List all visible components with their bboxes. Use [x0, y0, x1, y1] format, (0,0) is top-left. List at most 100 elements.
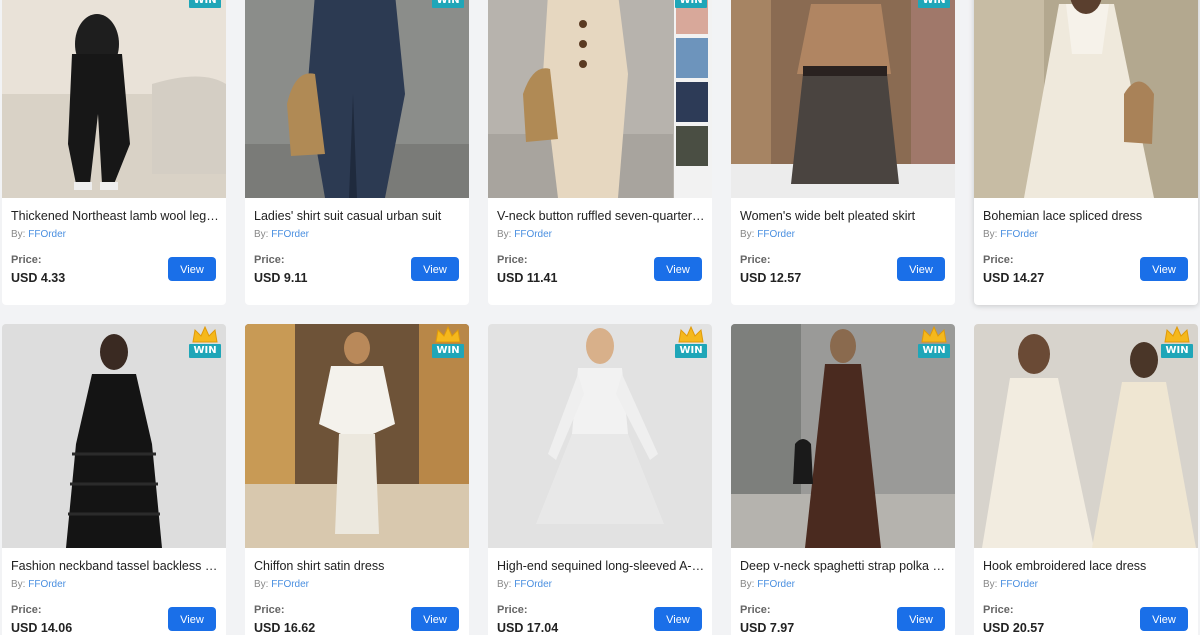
- win-badge: WIN: [675, 0, 707, 10]
- view-button[interactable]: View: [897, 607, 945, 631]
- by-label: By:: [11, 579, 26, 590]
- seller-line: By: FFOrder: [497, 229, 552, 240]
- by-label: By:: [11, 229, 26, 240]
- win-badge-label: WIN: [1161, 344, 1193, 358]
- seller-link[interactable]: FFOrder: [514, 229, 552, 240]
- product-card[interactable]: WIN Women's wide belt pleated skirt By: …: [731, 0, 955, 305]
- price-label: Price:: [254, 604, 285, 616]
- win-badge-label: WIN: [432, 0, 464, 8]
- view-button[interactable]: View: [1140, 607, 1188, 631]
- product-title[interactable]: Fashion neckband tassel backless slit ..…: [11, 559, 219, 573]
- win-badge: WIN: [189, 326, 221, 360]
- product-image[interactable]: WIN: [731, 0, 955, 198]
- price-label: Price:: [740, 604, 771, 616]
- boho-dress-photo: [974, 0, 1198, 198]
- product-title[interactable]: Deep v-neck spaghetti strap polka do...: [740, 559, 948, 573]
- product-image[interactable]: WIN: [2, 0, 226, 198]
- price-value: USD 20.57: [983, 621, 1045, 635]
- win-badge: WIN: [1161, 326, 1193, 360]
- price-label: Price:: [983, 254, 1014, 266]
- view-button[interactable]: View: [168, 257, 216, 281]
- view-button[interactable]: View: [897, 257, 945, 281]
- seller-link[interactable]: FFOrder: [271, 229, 309, 240]
- product-image[interactable]: WIN: [245, 0, 469, 198]
- product-image[interactable]: WIN: [245, 324, 469, 548]
- product-image[interactable]: WIN: [488, 0, 712, 198]
- by-label: By:: [740, 579, 755, 590]
- win-badge: WIN: [918, 0, 950, 10]
- price-value: USD 14.06: [11, 621, 73, 635]
- win-badge-label: WIN: [675, 344, 707, 358]
- price-label: Price:: [983, 604, 1014, 616]
- seller-line: By: FFOrder: [254, 579, 309, 590]
- price-value: USD 9.11: [254, 271, 308, 285]
- price-label: Price:: [497, 254, 528, 266]
- price-value: USD 7.97: [740, 621, 795, 635]
- seller-link[interactable]: FFOrder: [1000, 229, 1038, 240]
- price-value: USD 16.62: [254, 621, 316, 635]
- seller-line: By: FFOrder: [11, 579, 66, 590]
- view-button[interactable]: View: [411, 607, 459, 631]
- seller-link[interactable]: FFOrder: [514, 579, 552, 590]
- crown-icon: [435, 326, 461, 343]
- product-card[interactable]: WIN Deep v-neck spaghetti strap polka do…: [731, 324, 955, 635]
- win-badge-label: WIN: [432, 344, 464, 358]
- view-button[interactable]: View: [168, 607, 216, 631]
- product-image[interactable]: [974, 0, 1198, 198]
- view-button[interactable]: View: [411, 257, 459, 281]
- product-card[interactable]: WIN Thickened Northeast lamb wool leggi.…: [2, 0, 226, 305]
- seller-link[interactable]: FFOrder: [28, 229, 66, 240]
- win-badge-label: WIN: [189, 0, 221, 8]
- product-title[interactable]: Hook embroidered lace dress: [983, 559, 1191, 573]
- seller-line: By: FFOrder: [497, 579, 552, 590]
- product-image[interactable]: WIN: [2, 324, 226, 548]
- seller-link[interactable]: FFOrder: [271, 579, 309, 590]
- price-value: USD 4.33: [11, 271, 66, 285]
- product-card[interactable]: WIN Fashion neckband tassel backless sli…: [2, 324, 226, 635]
- leggings-photo: [2, 0, 226, 198]
- product-title[interactable]: V-neck button ruffled seven-quarter ...: [497, 209, 705, 223]
- product-title[interactable]: Bohemian lace spliced dress: [983, 209, 1191, 223]
- price-label: Price:: [11, 254, 42, 266]
- product-title[interactable]: Thickened Northeast lamb wool leggi...: [11, 209, 219, 223]
- product-card[interactable]: WIN Hook embroidered lace dress By: FFOr…: [974, 324, 1198, 635]
- product-title[interactable]: Women's wide belt pleated skirt: [740, 209, 948, 223]
- crown-icon: [678, 326, 704, 343]
- seller-line: By: FFOrder: [11, 229, 66, 240]
- seller-line: By: FFOrder: [254, 229, 309, 240]
- view-button[interactable]: View: [654, 607, 702, 631]
- win-badge: WIN: [675, 326, 707, 360]
- product-card[interactable]: WIN V-neck button ruffled seven-quarter …: [488, 0, 712, 305]
- product-card[interactable]: WIN High-end sequined long-sleeved A-li.…: [488, 324, 712, 635]
- crown-icon: [192, 326, 218, 343]
- seller-link[interactable]: FFOrder: [757, 579, 795, 590]
- seller-line: By: FFOrder: [740, 579, 795, 590]
- price-value: USD 17.04: [497, 621, 559, 635]
- product-card[interactable]: Bohemian lace spliced dress By: FFOrder …: [974, 0, 1198, 305]
- seller-link[interactable]: FFOrder: [1000, 579, 1038, 590]
- view-button[interactable]: View: [1140, 257, 1188, 281]
- coat-skirt-photo: [731, 0, 955, 198]
- win-badge: WIN: [189, 0, 221, 10]
- seller-link[interactable]: FFOrder: [757, 229, 795, 240]
- seller-line: By: FFOrder: [740, 229, 795, 240]
- by-label: By:: [497, 579, 512, 590]
- seller-link[interactable]: FFOrder: [28, 579, 66, 590]
- linen-suit-photo: [245, 0, 469, 198]
- product-title[interactable]: Ladies' shirt suit casual urban suit: [254, 209, 462, 223]
- product-title[interactable]: High-end sequined long-sleeved A-li...: [497, 559, 705, 573]
- win-badge: WIN: [432, 326, 464, 360]
- product-image[interactable]: WIN: [488, 324, 712, 548]
- crown-icon: [921, 326, 947, 343]
- seller-line: By: FFOrder: [983, 229, 1038, 240]
- product-image[interactable]: WIN: [974, 324, 1198, 548]
- win-badge-label: WIN: [918, 344, 950, 358]
- product-image[interactable]: WIN: [731, 324, 955, 548]
- view-button[interactable]: View: [654, 257, 702, 281]
- product-card[interactable]: WIN Ladies' shirt suit casual urban suit…: [245, 0, 469, 305]
- price-value: USD 11.41: [497, 271, 558, 285]
- product-title[interactable]: Chiffon shirt satin dress: [254, 559, 462, 573]
- win-badge-label: WIN: [189, 344, 221, 358]
- price-label: Price:: [740, 254, 771, 266]
- product-card[interactable]: WIN Chiffon shirt satin dress By: FFOrde…: [245, 324, 469, 635]
